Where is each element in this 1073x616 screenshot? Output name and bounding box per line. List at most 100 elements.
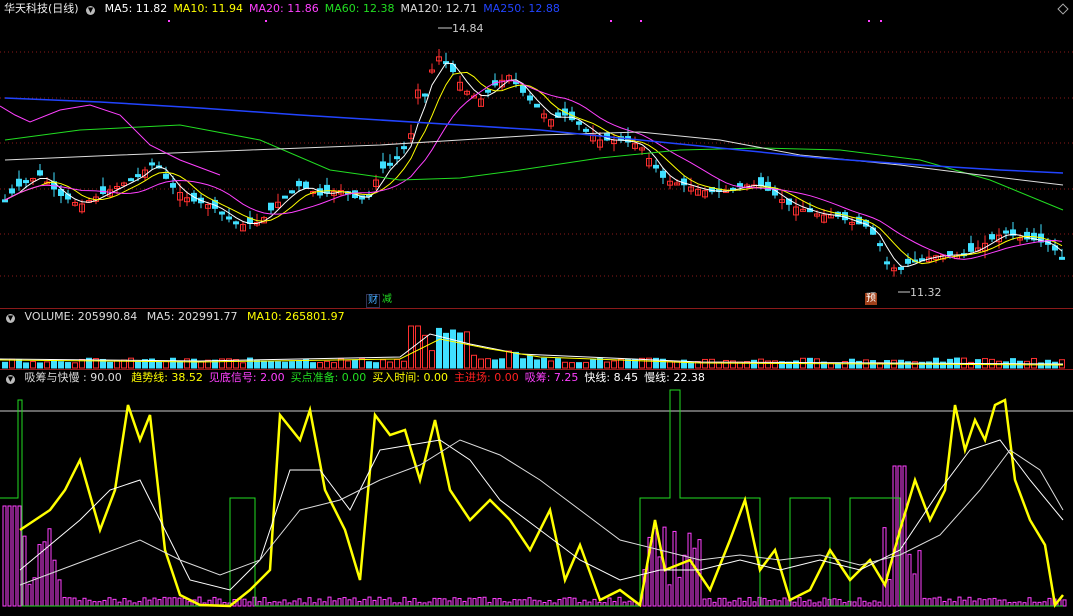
- accumulation-bar: [792, 601, 797, 607]
- candle-body: [9, 188, 15, 194]
- accumulation-bar: [72, 597, 77, 607]
- volume-bar: [436, 327, 442, 369]
- candle-body: [149, 162, 155, 166]
- accumulation-bar: [332, 600, 337, 607]
- accumulation-bar: [727, 601, 732, 607]
- accumulation-bar: [262, 597, 267, 607]
- accumulation-bar: [492, 598, 497, 607]
- volume-bar: [464, 331, 470, 369]
- candle-body: [268, 202, 274, 211]
- candle-body: [520, 85, 526, 93]
- signal-dot: [265, 20, 267, 22]
- volume-bar: [37, 362, 43, 369]
- candle-body: [233, 221, 239, 225]
- accumulation-bar: [1042, 601, 1047, 607]
- accumulation-bar: [127, 600, 132, 607]
- volume-bar: [380, 359, 386, 369]
- financial-report-tag[interactable]: 财: [366, 294, 380, 308]
- ma60-line: [4, 124, 1064, 211]
- accumulation-bar: [432, 597, 437, 607]
- accumulation-bar: [277, 601, 282, 607]
- high-price-label: 14.84: [452, 22, 484, 35]
- candle-body: [401, 146, 407, 150]
- candle-body: [296, 180, 302, 187]
- indicator-pane[interactable]: ▼ 吸筹与快慢 : 90.00 趋势线: 38.52 见底信号: 2.00 买点准备…: [0, 370, 1073, 616]
- accumulation-bar: [497, 598, 502, 607]
- accumulation-bar: [802, 601, 807, 607]
- accumulation-bar: [142, 597, 147, 607]
- volume-bar: [345, 360, 351, 369]
- volume-bar: [597, 357, 603, 369]
- accumulation-bar: [162, 596, 167, 607]
- accumulation-bar: [27, 583, 32, 607]
- volume-bar: [702, 358, 708, 369]
- candle-body: [226, 216, 232, 220]
- accumulation-bar: [407, 601, 412, 607]
- accumulation-bar: [387, 597, 392, 607]
- volume-bar: [394, 358, 400, 369]
- candle-body: [870, 227, 876, 235]
- candle-body: [422, 93, 428, 97]
- volume-bar: [583, 361, 589, 369]
- accumulation-bar: [702, 598, 707, 607]
- price-pane[interactable]: 华天科技(日线) ▼ MA5: 11.82 MA10: 11.94 MA20: 11…: [0, 0, 1073, 308]
- volume-bar: [373, 362, 379, 369]
- accumulation-bar: [257, 601, 262, 607]
- volume-bar: [58, 361, 64, 369]
- volume-bar: [177, 360, 183, 369]
- candle-body: [380, 161, 386, 169]
- accumulation-bar: [582, 599, 587, 607]
- accumulation-bar: [157, 599, 162, 607]
- volume-bar: [541, 357, 547, 369]
- volume-bar: [2, 361, 8, 369]
- ma20-line: [0, 104, 221, 176]
- accumulation-bar: [97, 601, 102, 607]
- accumulation-bar: [342, 597, 347, 607]
- accumulation-bar: [762, 597, 767, 607]
- candle-body: [653, 164, 659, 169]
- accumulation-bar: [512, 599, 517, 607]
- accumulation-bar: [1017, 601, 1022, 607]
- volume-bar: [387, 361, 393, 369]
- volume-bar: [569, 362, 575, 369]
- volume-bar: [254, 360, 260, 369]
- accumulation-bar: [997, 599, 1002, 607]
- signal-dot: [868, 20, 870, 22]
- accumulation-bar: [1002, 599, 1007, 607]
- reduction-tag[interactable]: 减: [381, 294, 393, 306]
- candle-body: [576, 121, 582, 125]
- accumulation-bar: [522, 599, 527, 607]
- accumulation-bar: [657, 556, 662, 607]
- accumulation-bar: [977, 598, 982, 607]
- volume-bar: [16, 359, 22, 369]
- accumulation-bar: [887, 579, 892, 607]
- accumulation-bar: [82, 597, 87, 607]
- candle-body: [485, 89, 491, 93]
- accumulation-bar: [102, 599, 107, 607]
- indicator-chart: [0, 389, 1073, 608]
- accumulation-bar: [752, 601, 757, 607]
- volume-pane[interactable]: ▼ VOLUME: 205990.84 MA5: 202991.77 MA10:…: [0, 309, 1073, 369]
- candle-body: [219, 211, 225, 215]
- accumulation-bar: [872, 600, 877, 607]
- forecast-tag[interactable]: 预: [865, 293, 877, 305]
- accumulation-bar: [672, 530, 677, 607]
- accumulation-bar: [612, 601, 617, 607]
- accumulation-bar: [367, 596, 372, 607]
- accumulation-bar: [607, 597, 612, 607]
- volume-bar: [135, 361, 141, 369]
- accumulation-bar: [507, 601, 512, 607]
- accumulation-bar: [177, 597, 182, 607]
- volume-bar: [576, 362, 582, 369]
- accumulation-bar: [917, 550, 922, 607]
- accumulation-bar: [922, 597, 927, 607]
- accumulation-bar: [267, 602, 272, 607]
- accumulation-bar: [567, 597, 572, 607]
- volume-bar: [1031, 357, 1037, 369]
- volume-bar: [324, 360, 330, 369]
- volume-bar: [604, 361, 610, 369]
- candle-body: [898, 266, 904, 270]
- accumulation-bar: [947, 598, 952, 607]
- accumulation-bar: [822, 597, 827, 607]
- accumulation-bar: [297, 598, 302, 607]
